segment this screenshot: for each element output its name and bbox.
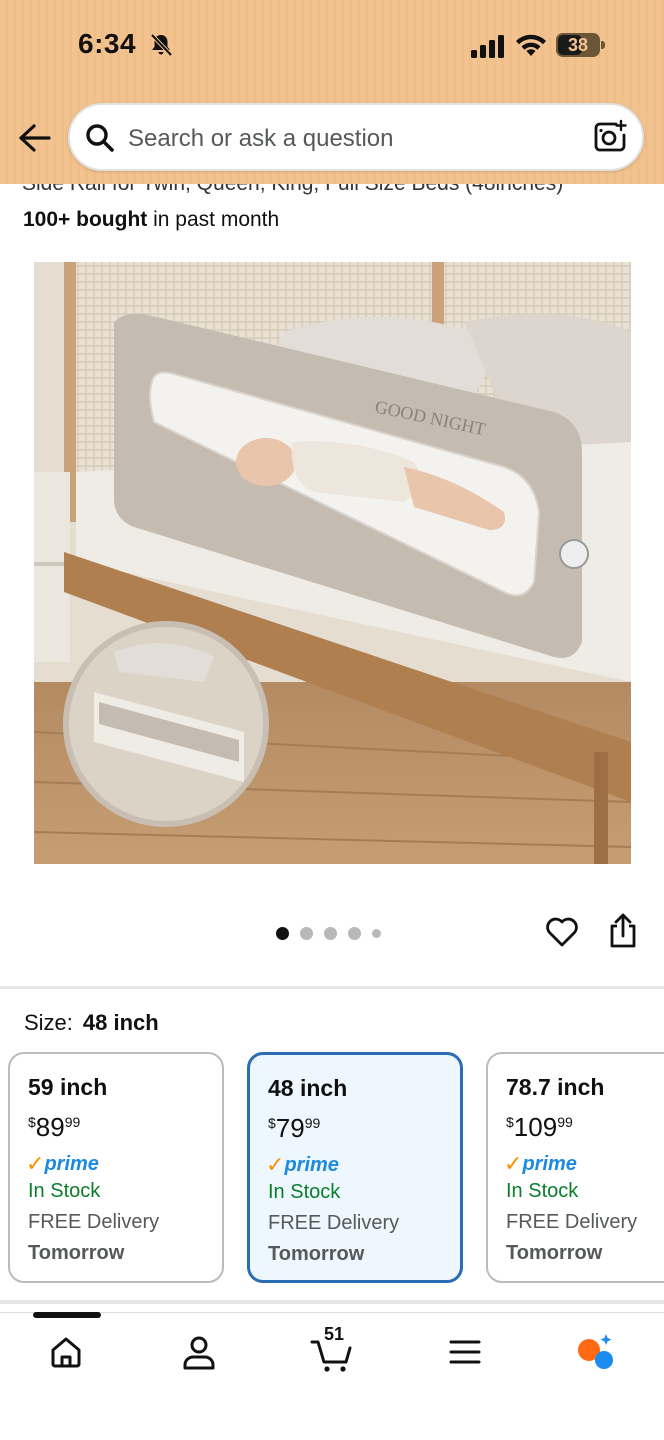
carousel-dot-1[interactable] [276,926,289,940]
price: $10999 [506,1112,573,1142]
search-icon [86,124,114,152]
availability: In Stock [268,1181,341,1203]
bed-rail-photo: GOOD NIGHT [34,262,631,864]
section-divider [0,1300,664,1304]
delivery-day: Tomorrow [28,1242,125,1264]
prime-badge: ✓ prime [266,1152,339,1177]
delivery-day: Tomorrow [506,1242,603,1264]
availability: In Stock [506,1180,579,1202]
bell-muted-icon [150,33,173,57]
delivery-day: Tomorrow [268,1243,365,1265]
camera-search-icon[interactable] [592,119,628,155]
home-icon[interactable] [44,1330,88,1374]
share-icon[interactable] [606,912,640,950]
size-option-78-7-inch[interactable]: 78.7 inch $10999 ✓ prime In Stock FREE De… [486,1052,664,1283]
status-time: 6:34 [78,28,137,59]
rufus-assistant-icon[interactable] [574,1330,618,1374]
heart-icon[interactable] [544,914,580,950]
delivery-text: FREE Delivery [506,1211,638,1233]
bought-in-past-month: 100+ bought in past month [23,208,280,231]
carousel-dot-2[interactable] [300,926,313,940]
availability: In Stock [28,1180,101,1202]
delivery-text: FREE Delivery [28,1211,160,1233]
price: $7999 [268,1113,321,1143]
carousel-dot-5[interactable] [372,928,381,938]
size-option-59-inch[interactable]: 59 inch $8999 ✓ prime In Stock FREE Deliv… [8,1052,224,1283]
app-header: 6:34 38 Search or ask a question [0,0,664,184]
battery-icon: 38 [556,33,606,57]
delivery-text: FREE Delivery [268,1212,400,1234]
wifi-icon [516,34,546,56]
carousel-dot-4[interactable] [348,926,361,940]
cellular-signal-icon [471,35,504,58]
product-page: 6:34 38 Search or ask a question 100+ bo… [0,0,664,1440]
product-image[interactable]: GOOD NIGHT [34,262,631,864]
size-option-48-inch[interactable]: 48 inch $7999 ✓ prime In Stock FREE Deliv… [247,1052,463,1283]
search-input[interactable]: Search or ask a question [68,103,644,171]
image-carousel-dots[interactable] [276,926,381,940]
back-arrow-icon[interactable] [16,118,52,158]
price: $8999 [28,1112,81,1142]
account-icon[interactable] [177,1330,221,1374]
size-selector-label: Size: 48 inch [24,1010,159,1035]
menu-icon[interactable] [443,1330,487,1374]
search-placeholder: Search or ask a question [128,125,394,152]
prime-badge: ✓ prime [26,1151,99,1176]
prime-badge: ✓ prime [504,1151,577,1176]
section-divider [0,986,664,989]
cart-count-badge: 51 [324,1324,345,1344]
active-tab-indicator [33,1312,101,1318]
carousel-dot-3[interactable] [324,926,337,940]
